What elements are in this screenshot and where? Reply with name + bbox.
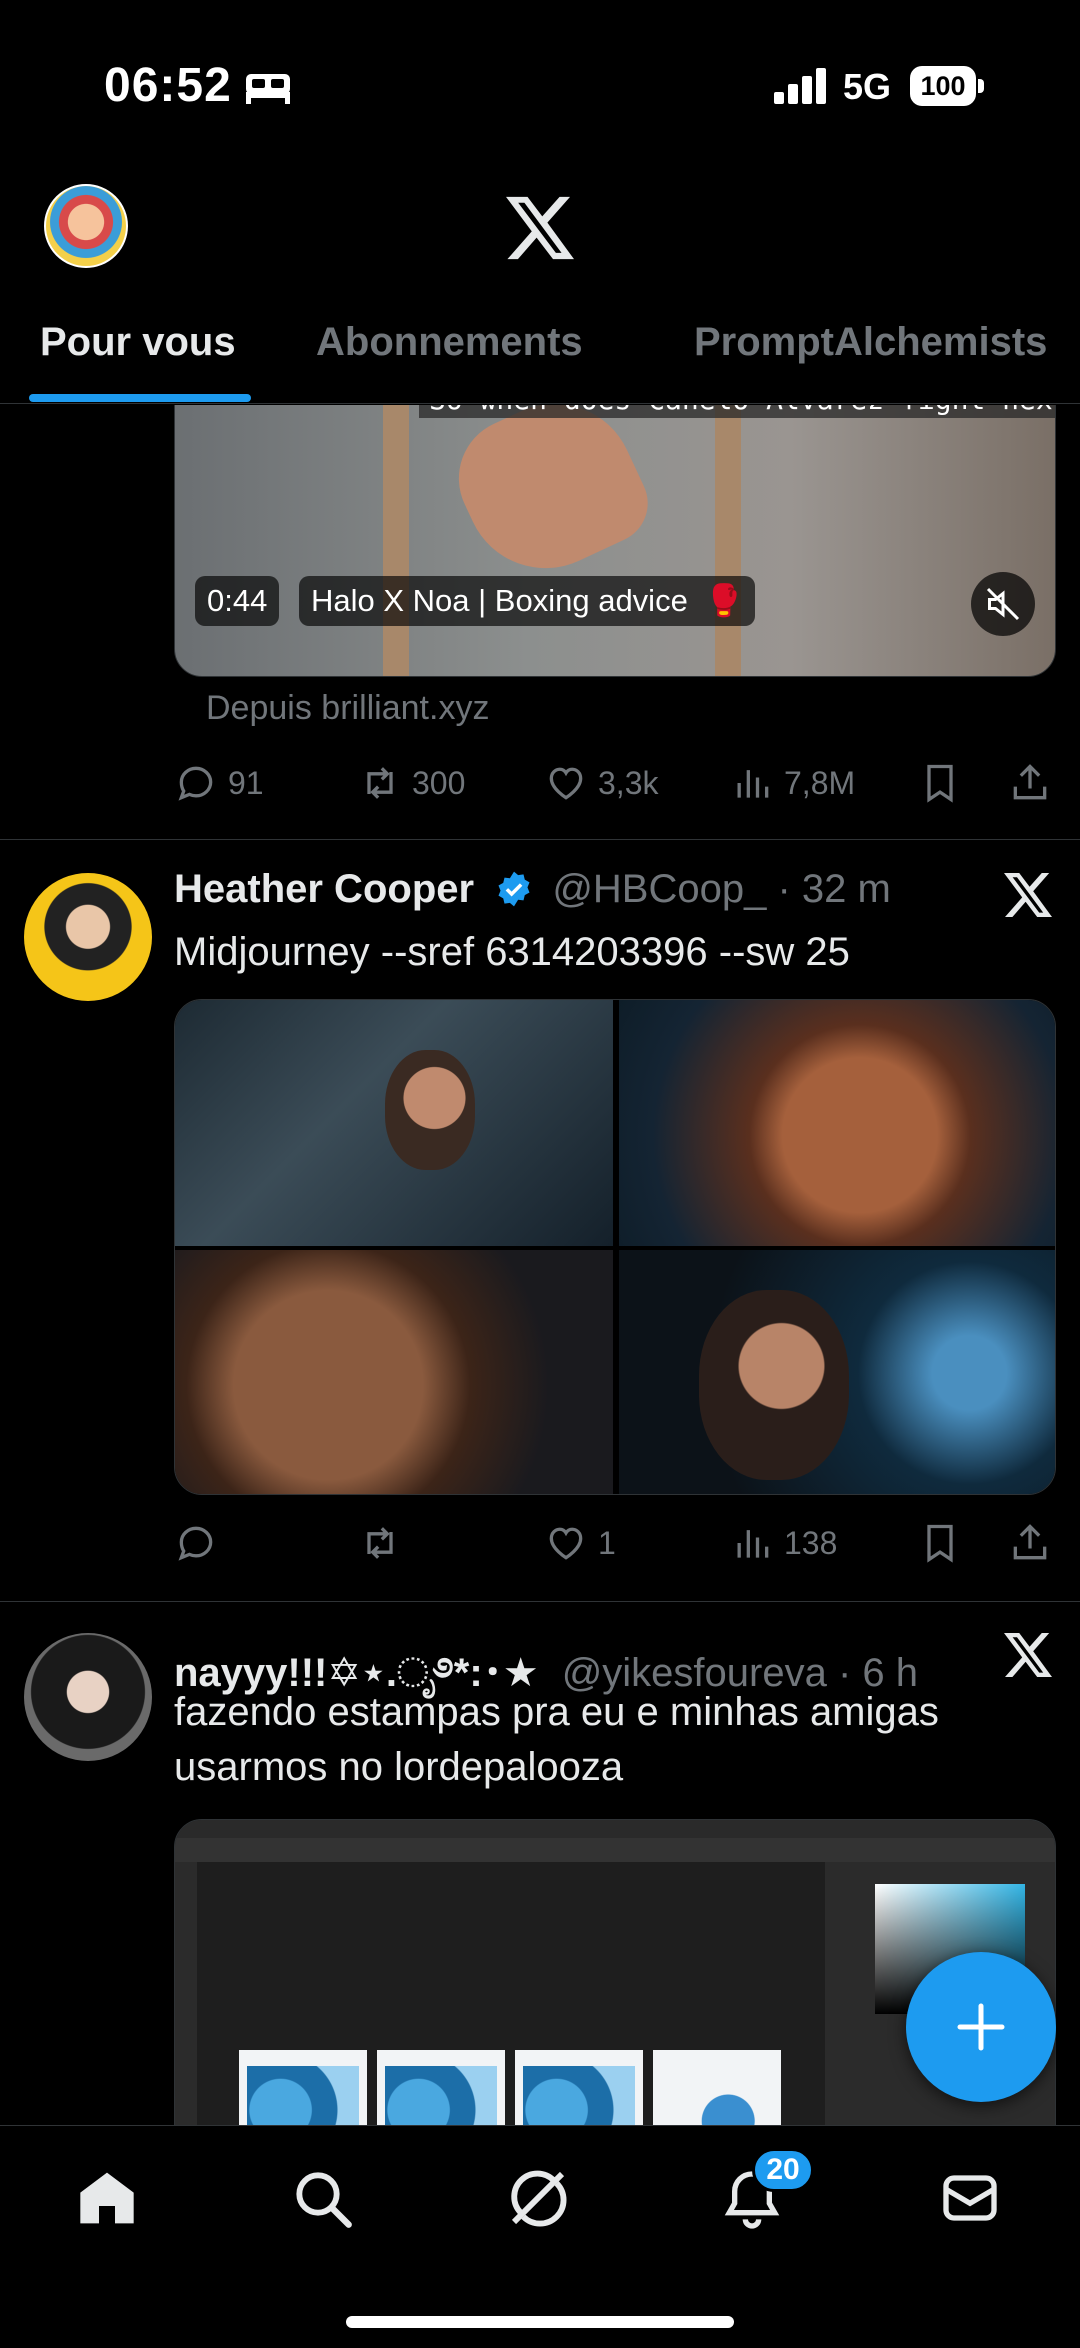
reply-button[interactable]	[174, 1515, 218, 1571]
post-divider	[0, 1601, 1080, 1602]
tab-pour-vous[interactable]: Pour vous	[40, 320, 236, 365]
grid-image-1[interactable]	[175, 1000, 613, 1246]
heart-icon	[549, 1527, 583, 1560]
post-time: · 32 m	[777, 867, 891, 911]
bookmark-icon	[927, 764, 953, 803]
notification-badge: 20	[752, 2148, 814, 2192]
bookmark-button[interactable]	[918, 755, 962, 811]
status-bar: 06:52 5G 100	[0, 0, 1080, 170]
share-button[interactable]	[1008, 1515, 1052, 1571]
x-logo-icon[interactable]	[506, 196, 574, 260]
reply-icon	[178, 766, 213, 801]
network-label: 5G	[843, 66, 892, 107]
like-button[interactable]: 3,3k	[544, 755, 658, 811]
views-icon	[737, 1530, 769, 1558]
post-divider	[0, 839, 1080, 840]
compose-button[interactable]	[906, 1952, 1056, 2102]
tab-abonnements[interactable]: Abonnements	[316, 320, 583, 365]
post-avatar[interactable]	[24, 873, 152, 1001]
timeline-feed[interactable]: So when does Canelo Alvarez fight next? …	[0, 405, 1080, 2125]
grok-icon[interactable]	[1004, 871, 1052, 919]
search-icon[interactable]	[290, 2166, 354, 2230]
like-count: 1	[598, 1524, 616, 1561]
plus-icon	[957, 2003, 1005, 2051]
like-button[interactable]: 1	[544, 1515, 616, 1571]
views-button[interactable]: 7,8M	[730, 755, 855, 811]
post-avatar[interactable]	[24, 1633, 152, 1761]
battery-level: 100	[910, 66, 976, 106]
bookmark-icon	[927, 1524, 953, 1563]
post-image-screenshot[interactable]	[174, 1819, 1056, 2125]
grid-image-4[interactable]	[619, 1250, 1055, 1494]
share-icon	[1013, 764, 1047, 800]
post-header: Heather Cooper @HBCoop_ · 32 m	[174, 867, 891, 923]
view-count: 138	[784, 1524, 838, 1561]
video-title-chip: Halo X Noa | Boxing advice 🥊	[299, 576, 756, 626]
post-text: Midjourney --sref 6314203396 --sw 25	[174, 930, 850, 974]
share-button[interactable]	[1008, 755, 1052, 811]
status-time: 06:52	[104, 59, 232, 112]
views-icon	[737, 770, 769, 798]
post-actions: 1 138	[174, 1515, 1054, 1571]
like-count: 3,3k	[598, 764, 659, 801]
battery-icon: 100	[910, 66, 984, 106]
video-caption: So when does Canelo Alvarez fight next?	[419, 405, 1055, 418]
post-source[interactable]: Depuis brilliant.xyz	[206, 689, 489, 728]
mute-button[interactable]	[971, 572, 1035, 636]
sleep-focus-icon	[246, 74, 290, 104]
reply-icon	[178, 1526, 213, 1561]
grok-icon[interactable]	[506, 2166, 570, 2230]
share-icon	[1013, 1524, 1047, 1560]
reply-count: 91	[228, 764, 264, 801]
messages-icon[interactable]	[938, 2166, 1002, 2230]
bookmark-button[interactable]	[918, 1515, 962, 1571]
repost-icon	[367, 1527, 393, 1559]
home-icon[interactable]	[75, 2166, 139, 2230]
verified-badge-icon[interactable]	[495, 870, 533, 908]
post-header: nayyy!!!✡︎⋆.ೃ࿔*:･★ @yikesfoureva · 6 h	[174, 1627, 918, 1695]
heart-icon	[549, 767, 583, 800]
image-grid	[174, 999, 1056, 1495]
boxing-glove-icon: 🥊	[704, 583, 744, 618]
repost-button[interactable]: 300	[358, 755, 465, 811]
author-handle[interactable]: @HBCoop_	[552, 867, 766, 911]
grid-image-2[interactable]	[619, 1000, 1055, 1246]
repost-icon	[367, 767, 393, 799]
author-name[interactable]: Heather Cooper	[174, 867, 474, 911]
timeline-tabs: Pour vous Abonnements PromptAlchemists	[0, 300, 1080, 404]
signal-icon	[774, 68, 826, 104]
profile-avatar[interactable]	[44, 184, 128, 268]
repost-count: 300	[412, 764, 466, 801]
video-duration: 0:44	[195, 576, 280, 626]
reply-button[interactable]: 91	[174, 755, 264, 811]
post-actions: 91 300 3,3k 7,8M	[174, 755, 1054, 811]
bottom-nav: 20	[0, 2125, 1080, 2348]
post-text: fazendo estampas pra eu e minhas amigas …	[174, 1690, 939, 1789]
speaker-muted-icon	[986, 587, 1020, 621]
home-indicator[interactable]	[346, 2316, 734, 2328]
tab-promptalchemists[interactable]: PromptAlchemists	[694, 320, 1047, 365]
views-button[interactable]: 138	[730, 1515, 837, 1571]
view-count: 7,8M	[784, 764, 856, 801]
video-player[interactable]: So when does Canelo Alvarez fight next? …	[174, 405, 1056, 677]
repost-button[interactable]	[358, 1515, 402, 1571]
active-tab-indicator	[29, 394, 251, 402]
grid-image-3[interactable]	[175, 1250, 613, 1494]
video-title: Halo X Noa | Boxing advice	[311, 583, 688, 618]
grok-icon[interactable]	[1004, 1631, 1052, 1679]
